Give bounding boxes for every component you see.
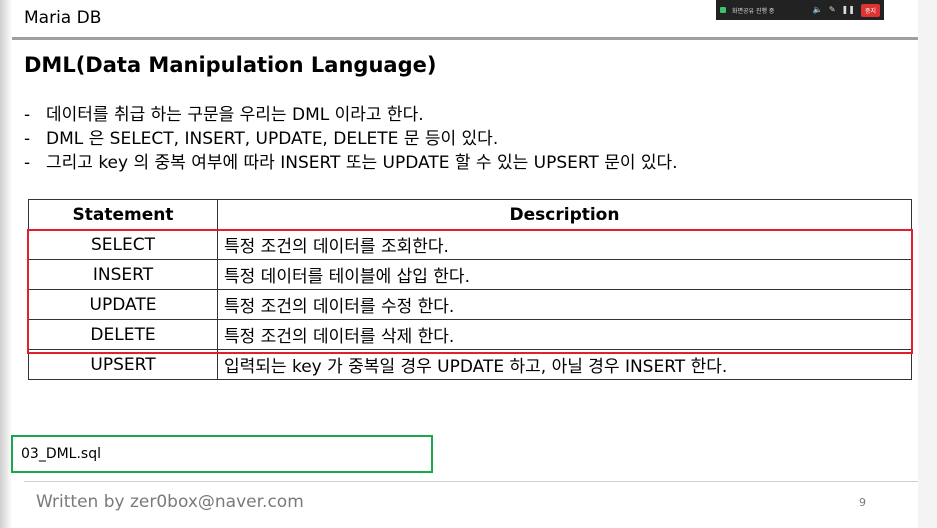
bullet-text: DML 은 SELECT, INSERT, UPDATE, DELETE 문 등… bbox=[46, 129, 499, 149]
bullet-list: - 데이터를 취급 하는 구문을 우리는 DML 이라고 한다. - DML 은 S… bbox=[24, 103, 678, 175]
header-statement: Statement bbox=[28, 199, 218, 230]
header-description: Description bbox=[217, 199, 912, 230]
share-status-icon bbox=[720, 7, 726, 13]
table-header-row: Statement Description bbox=[28, 199, 912, 230]
speaker-icon[interactable]: 🔈 bbox=[813, 6, 823, 14]
file-label-box: 03_DML.sql bbox=[11, 435, 433, 473]
bullet-text: 그리고 key 의 중복 여부에 따라 INSERT 또는 UPDATE 할 수… bbox=[46, 153, 678, 173]
statement-cell: UPSERT bbox=[28, 349, 218, 380]
bullet-dash: - bbox=[24, 129, 31, 149]
bullet-text: 데이터를 취급 하는 구문을 우리는 DML 이라고 한다. bbox=[46, 105, 424, 125]
bullet-item: - 그리고 key 의 중복 여부에 따라 INSERT 또는 UPDATE 할 … bbox=[24, 151, 678, 175]
header-rule bbox=[12, 37, 918, 40]
page-number: 9 bbox=[859, 496, 866, 509]
footer-author: Written by zer0box@naver.com bbox=[36, 492, 304, 512]
section-title: DML(Data Manipulation Language) bbox=[24, 53, 437, 77]
pen-icon[interactable]: ✎ bbox=[829, 6, 836, 14]
bullet-item: - DML 은 SELECT, INSERT, UPDATE, DELETE 문 … bbox=[24, 127, 678, 151]
header-title: Maria DB bbox=[24, 8, 102, 28]
pause-icon[interactable]: ❚❚ bbox=[842, 6, 855, 14]
share-status-text: 화면공유 진행 중 bbox=[732, 7, 775, 15]
highlight-box-red bbox=[27, 229, 913, 354]
file-label: 03_DML.sql bbox=[21, 446, 101, 462]
description-cell: 입력되는 key 가 중복일 경우 UPDATE 하고, 아닐 경우 INSER… bbox=[217, 349, 912, 380]
bullet-item: - 데이터를 취급 하는 구문을 우리는 DML 이라고 한다. bbox=[24, 103, 678, 127]
bullet-dash: - bbox=[24, 153, 31, 173]
footer-rule bbox=[24, 481, 918, 482]
screen-share-bar[interactable]: 화면공유 진행 중 🔈 ✎ ❚❚ 중지 bbox=[716, 0, 884, 20]
right-edge bbox=[918, 0, 937, 528]
table-row: UPSERT 입력되는 key 가 중복일 경우 UPDATE 하고, 아닐 경… bbox=[28, 349, 912, 380]
stop-share-button[interactable]: 중지 bbox=[860, 3, 880, 17]
bullet-dash: - bbox=[24, 105, 31, 125]
